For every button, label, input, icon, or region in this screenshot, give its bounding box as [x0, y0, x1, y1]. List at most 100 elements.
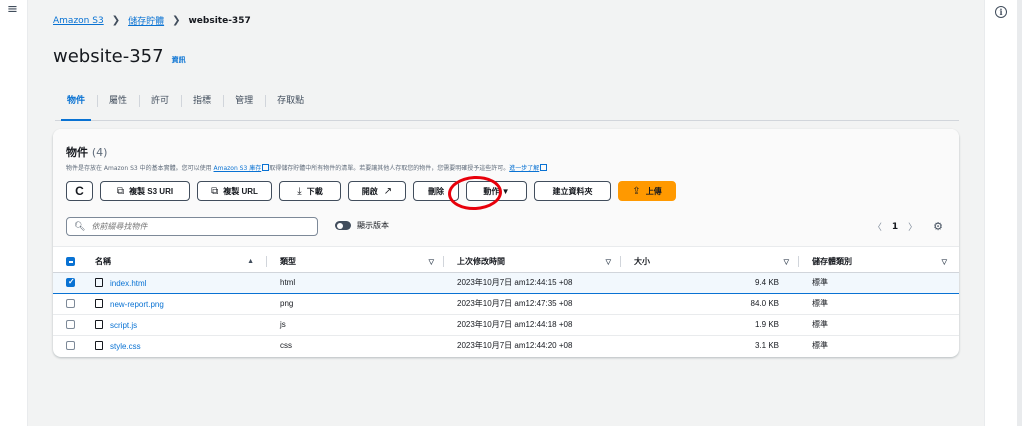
- tab-permissions[interactable]: 許可: [139, 93, 181, 120]
- file-icon: [95, 319, 103, 329]
- row-checkbox[interactable]: [66, 277, 75, 288]
- table-header-row: 名稱 ▲ 類型 ▽ 上次修改時間 ▽ 大小 ▽ 儲存體類別 ▽: [53, 251, 959, 273]
- column-last-modified-label: 上次修改時間: [457, 256, 505, 266]
- show-versions-label: 顯示版本: [357, 221, 389, 230]
- column-size-label: 大小: [634, 256, 650, 266]
- upload-label: 上傳: [645, 186, 662, 196]
- objects-container: 物件 (4) 物件是存放在 Amazon S3 中的基本實體。您可以使用 Ama…: [53, 129, 959, 357]
- download-button[interactable]: ⤓ 下載: [279, 181, 341, 201]
- sort-icon: ▽: [941, 259, 947, 266]
- tab-objects[interactable]: 物件: [55, 93, 97, 121]
- copy-icon: ⧉: [116, 185, 125, 197]
- chevron-left-icon[interactable]: 〈: [873, 220, 882, 233]
- page-header: website-357 資訊: [53, 46, 186, 67]
- file-name-link[interactable]: style.css: [110, 342, 141, 351]
- size-cell: 84.0 KB: [621, 293, 799, 315]
- row-checkbox[interactable]: [66, 299, 75, 309]
- file-name-link[interactable]: script.js: [110, 321, 137, 330]
- file-icon: [95, 277, 103, 287]
- copy-url-button[interactable]: ⧉ 複製 URL: [197, 181, 272, 201]
- table-row[interactable]: script.js js 2023年10月7日 am12:44:18 +08 1…: [53, 314, 959, 336]
- table-row[interactable]: style.css css 2023年10月7日 am12:44:20 +08 …: [53, 335, 959, 356]
- column-storage-class[interactable]: 儲存體類別 ▽: [799, 251, 959, 273]
- file-name-link[interactable]: new-report.png: [110, 300, 164, 309]
- modified-cell: 2023年10月7日 am12:44:18 +08: [444, 314, 621, 336]
- search-box: 🔍︎: [66, 217, 318, 236]
- objects-heading-label: 物件: [66, 146, 88, 159]
- select-all-cell: [53, 251, 95, 273]
- copy-icon: ⧉: [211, 185, 219, 197]
- copy-s3-uri-button[interactable]: ⧉ 複製 S3 URI: [100, 181, 190, 201]
- column-storage-class-label: 儲存體類別: [812, 256, 852, 266]
- info-icon[interactable]: i: [995, 6, 1007, 18]
- main-content: Amazon S3 ❯ 儲存貯體 ❯ website-357 website-3…: [28, 0, 984, 426]
- copy-s3-uri-label: 複製 S3 URI: [129, 186, 174, 196]
- name-cell: style.css: [95, 335, 267, 356]
- description-text-2: 取得儲存貯體中所有物件的清單。若要讓其他人存取您的物件，您需要明確授予這些許可。: [269, 165, 510, 172]
- file-icon: [95, 298, 103, 308]
- delete-button[interactable]: 刪除: [413, 181, 459, 201]
- name-cell: new-report.png: [95, 293, 267, 315]
- column-name[interactable]: 名稱 ▲: [95, 251, 267, 273]
- row-select-cell: [53, 293, 95, 315]
- row-checkbox[interactable]: [66, 341, 75, 351]
- search-input[interactable]: [91, 222, 312, 231]
- right-tools-rail: i: [984, 0, 1024, 426]
- breadcrumb-amazon-s3[interactable]: Amazon S3: [53, 16, 104, 26]
- type-cell: png: [267, 293, 444, 315]
- show-versions-toggle[interactable]: 顯示版本: [335, 220, 389, 231]
- size-cell: 1.9 KB: [621, 314, 799, 336]
- objects-count: (4): [91, 146, 108, 159]
- scrollbar[interactable]: [1017, 0, 1022, 426]
- type-cell: js: [267, 314, 444, 336]
- column-name-label: 名稱: [95, 256, 111, 266]
- storage-class-cell: 標準: [812, 341, 828, 351]
- tab-management[interactable]: 管理: [223, 93, 265, 120]
- create-folder-button[interactable]: 建立資料夾: [534, 181, 611, 201]
- refresh-icon: C: [75, 184, 84, 198]
- refresh-button[interactable]: C: [66, 181, 93, 201]
- tab-access-points[interactable]: 存取點: [265, 93, 316, 120]
- breadcrumb: Amazon S3 ❯ 儲存貯體 ❯ website-357: [53, 14, 251, 27]
- column-last-modified[interactable]: 上次修改時間 ▽: [444, 251, 621, 273]
- hamburger-icon[interactable]: ≡: [7, 3, 19, 16]
- type-cell: html: [267, 271, 444, 294]
- tab-metrics[interactable]: 指標: [181, 93, 223, 120]
- objects-description: 物件是存放在 Amazon S3 中的基本實體。您可以使用 Amazon S3 …: [66, 163, 548, 172]
- size-cell: 3.1 KB: [754, 341, 779, 351]
- file-name-link[interactable]: index.html: [110, 279, 146, 288]
- info-link[interactable]: 資訊: [172, 55, 186, 65]
- external-link-icon: ↗: [383, 185, 393, 197]
- column-type-label: 類型: [280, 256, 296, 266]
- description-text-1: 物件是存放在 Amazon S3 中的基本實體。您可以使用: [66, 165, 214, 172]
- page-number[interactable]: 1: [892, 222, 898, 232]
- gear-icon[interactable]: ⚙: [933, 220, 943, 233]
- open-button[interactable]: 開啟 ↗: [348, 181, 406, 201]
- page-title: website-357: [53, 46, 164, 67]
- objects-toolbar: C ⧉ 複製 S3 URI ⧉ 複製 URL ⤓ 下載 開啟 ↗ 刪除 動作 ▼ 建立資…: [66, 181, 676, 201]
- inventory-link[interactable]: Amazon S3 庫存: [214, 165, 262, 172]
- storage-class-cell: 標準: [799, 293, 959, 315]
- delete-label: 刪除: [428, 186, 444, 196]
- column-type[interactable]: 類型 ▽: [267, 251, 444, 273]
- objects-table: 名稱 ▲ 類型 ▽ 上次修改時間 ▽ 大小 ▽ 儲存體類別 ▽ index.html ht…: [53, 251, 959, 356]
- toggle-switch[interactable]: [335, 221, 351, 230]
- upload-button[interactable]: ⇪ 上傳: [618, 181, 676, 201]
- tab-properties[interactable]: 屬性: [97, 93, 139, 120]
- table-row[interactable]: new-report.png png 2023年10月7日 am12:47:35…: [53, 293, 959, 315]
- external-link-icon: [540, 164, 548, 171]
- chevron-right-icon: ❯: [111, 15, 121, 26]
- download-icon: ⤓: [297, 185, 302, 197]
- chevron-right-icon[interactable]: 〉: [908, 220, 917, 233]
- create-folder-label: 建立資料夾: [552, 186, 593, 196]
- table-row[interactable]: index.html html 2023年10月7日 am12:44:15 +0…: [53, 271, 959, 294]
- row-select-cell: [53, 271, 95, 294]
- row-checkbox[interactable]: [66, 320, 75, 330]
- actions-dropdown[interactable]: 動作 ▼: [466, 181, 527, 201]
- breadcrumb-buckets[interactable]: 儲存貯體: [128, 14, 164, 27]
- learn-more-link[interactable]: 進一步了解: [509, 165, 539, 172]
- sort-ascending-icon: ▲: [247, 258, 254, 265]
- column-size[interactable]: 大小 ▽: [621, 251, 799, 273]
- select-all-checkbox[interactable]: [66, 256, 75, 266]
- size-cell: 9.4 KB: [621, 271, 799, 294]
